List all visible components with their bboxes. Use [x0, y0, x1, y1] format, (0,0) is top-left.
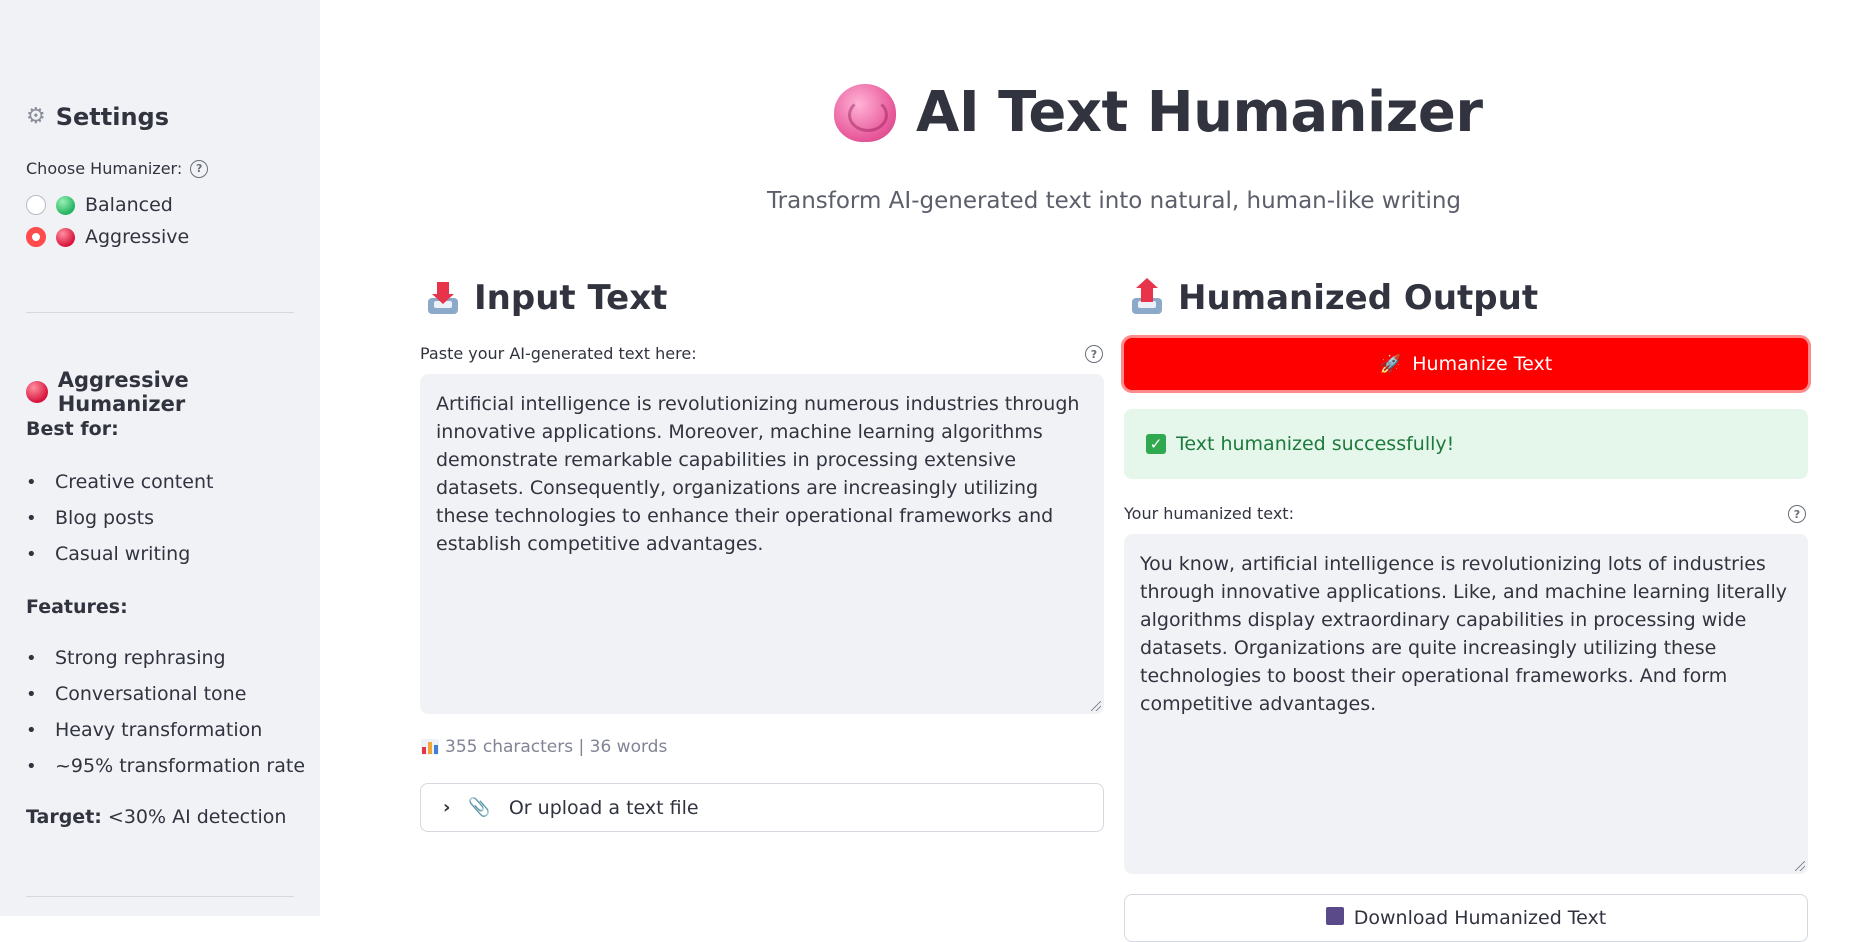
radio-aggressive[interactable]: Aggressive [26, 226, 189, 248]
inbox-tray-icon [426, 282, 460, 314]
red-circle-icon [56, 227, 75, 247]
gear-icon: ⚙ [26, 104, 46, 129]
upload-label: Or upload a text file [508, 796, 699, 819]
list-item: Conversational tone [26, 676, 305, 712]
floppy-disk-icon [1325, 907, 1344, 925]
rocket-icon: 🚀 [1379, 353, 1403, 375]
target-label: Target: [26, 806, 102, 828]
page-subtitle: Transform AI-generated text into natural… [766, 188, 1462, 214]
list-item: Blog posts [26, 500, 213, 536]
resize-handle[interactable] [1795, 861, 1805, 871]
sidebar: ⚙ Settings Choose Humanizer: ? Balanced … [0, 0, 320, 916]
list-item: Strong rephrasing [26, 640, 305, 676]
download-button[interactable]: Download Humanized Text [1124, 894, 1808, 942]
help-icon[interactable]: ? [1788, 505, 1806, 523]
input-text-value: Artificial intelligence is revolutionizi… [436, 393, 1080, 555]
chevron-right-icon: › [443, 797, 451, 818]
output-heading-text: Humanized Output [1178, 278, 1539, 318]
radio-circle-selected[interactable] [26, 227, 46, 247]
text-stats: 355 characters | 36 words [421, 737, 667, 757]
sidebar-title-text: Settings [55, 103, 170, 131]
list-item: Creative content [26, 464, 213, 500]
brain-icon [834, 83, 896, 142]
best-for-label: Best for: [26, 418, 119, 440]
upload-expander[interactable]: › 📎 Or upload a text file [420, 783, 1104, 832]
humanizer-section-title: Aggressive Humanizer [26, 368, 320, 416]
success-message: Text humanized successfully! [1176, 433, 1455, 455]
output-text-value: You know, artificial intelligence is rev… [1140, 553, 1787, 715]
text-stats-value: 355 characters | 36 words [445, 737, 668, 757]
check-icon: ✓ [1146, 434, 1166, 454]
best-for-list: Creative content Blog posts Casual writi… [26, 464, 213, 572]
paperclip-icon: 📎 [468, 797, 491, 818]
help-icon[interactable]: ? [1085, 345, 1103, 363]
humanize-button-label: Humanize Text [1412, 353, 1553, 375]
red-circle-icon [26, 381, 48, 403]
radio-label: Aggressive [85, 226, 190, 248]
divider [26, 312, 294, 313]
target-text: Target: <30% AI detection [26, 806, 286, 828]
download-button-label: Download Humanized Text [1353, 907, 1607, 929]
divider [26, 896, 294, 897]
success-alert: ✓ Text humanized successfully! [1124, 409, 1808, 479]
list-item: ~95% transformation rate [26, 748, 305, 784]
humanize-button[interactable]: 🚀 Humanize Text [1124, 338, 1808, 390]
bar-chart-icon [421, 739, 439, 755]
sidebar-title: ⚙ Settings [26, 103, 169, 131]
list-item: Casual writing [26, 536, 213, 572]
list-item: Heavy transformation [26, 712, 305, 748]
input-label: Paste your AI-generated text here: [420, 344, 697, 363]
input-heading-text: Input Text [474, 278, 668, 318]
section-title-text: Aggressive Humanizer [57, 368, 189, 416]
features-label: Features: [26, 596, 128, 618]
input-textarea[interactable]: Artificial intelligence is revolutionizi… [420, 374, 1104, 714]
output-textarea[interactable]: You know, artificial intelligence is rev… [1124, 534, 1808, 874]
outbox-tray-icon [1130, 278, 1164, 314]
page-title: AI Text Humanizer [834, 80, 1483, 145]
page-title-text: AI Text Humanizer [916, 80, 1483, 145]
output-heading: Humanized Output [1130, 278, 1538, 318]
target-value: <30% AI detection [101, 806, 287, 828]
output-label: Your humanized text: [1124, 504, 1294, 523]
help-icon[interactable]: ? [190, 159, 209, 178]
resize-handle[interactable] [1091, 701, 1101, 711]
input-heading: Input Text [426, 278, 667, 318]
humanizer-label: Choose Humanizer: ? [26, 159, 209, 178]
humanizer-label-text: Choose Humanizer: [26, 159, 183, 178]
features-list: Strong rephrasing Conversational tone He… [26, 640, 305, 784]
